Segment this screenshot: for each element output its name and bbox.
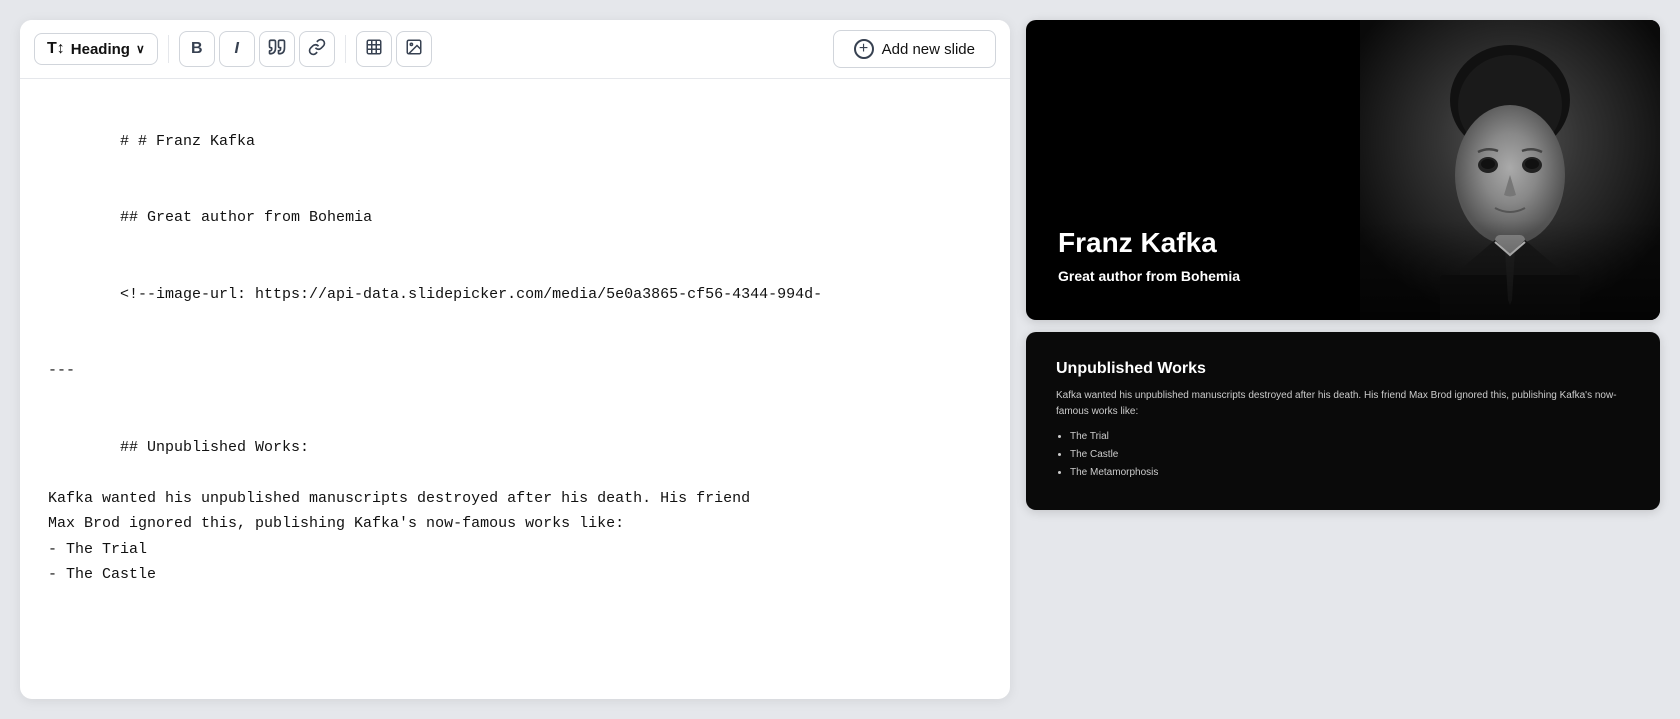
list-item: The Trial (1070, 428, 1630, 446)
editor-line-5 (48, 333, 982, 359)
slide-1-image (1360, 20, 1660, 320)
image-icon (405, 38, 423, 61)
list-item: The Metamorphosis (1070, 464, 1630, 482)
slide-1-title: Franz Kafka (1058, 226, 1328, 260)
preview-panel: Franz Kafka Great author from Bohemia (1026, 20, 1660, 699)
editor-line-9: Kafka wanted his unpublished manuscripts… (48, 486, 982, 512)
editor-line-2: ## Great author from Bohemia (48, 180, 982, 257)
subtitle-text: Great author from Bohemia (147, 209, 372, 226)
hash2-symbol: ## (120, 209, 147, 226)
slide-1: Franz Kafka Great author from Bohemia (1026, 20, 1660, 320)
bold-button[interactable]: B (179, 31, 215, 67)
italic-icon: I (235, 40, 239, 58)
blockquote-icon (268, 38, 286, 61)
heading-label: Heading (71, 41, 130, 58)
image-button[interactable] (396, 31, 432, 67)
editor-line-3: <!--image-url: https://api-data.slidepic… (48, 256, 982, 333)
toolbar-divider-2 (345, 35, 346, 63)
editor-line-7 (48, 384, 982, 410)
editor-line-10: Max Brod ignored this, publishing Kafka'… (48, 511, 982, 537)
heading-dropdown-button[interactable]: T↕ Heading ∨ (34, 33, 158, 65)
text-type-icon: T↕ (47, 40, 65, 58)
editor-content[interactable]: # # Franz Kafka ## Great author from Boh… (20, 79, 1010, 699)
italic-button[interactable]: I (219, 31, 255, 67)
editor-line-12: - The Castle (48, 562, 982, 588)
editor-line-8: ## Unpublished Works: (48, 409, 982, 486)
kafka-portrait-svg (1360, 20, 1660, 320)
image-url-text: <!--image-url: https://api-data.slidepic… (120, 286, 822, 303)
add-slide-label: Add new slide (882, 41, 975, 58)
hash1-symbol: # (120, 133, 138, 150)
slide-2-body: Kafka wanted his unpublished manuscripts… (1056, 388, 1630, 420)
app-container: T↕ Heading ∨ B I (20, 20, 1660, 699)
slide-2-title: Unpublished Works (1056, 360, 1630, 378)
link-button[interactable] (299, 31, 335, 67)
blockquote-button[interactable] (259, 31, 295, 67)
slide-1-subtitle: Great author from Bohemia (1058, 268, 1328, 284)
bold-icon: B (191, 40, 203, 58)
editor-line-1: # # Franz Kafka (48, 103, 982, 180)
list-item: The Castle (1070, 446, 1630, 464)
slide-2: Unpublished Works Kafka wanted his unpub… (1026, 332, 1660, 510)
works-heading: Unpublished Works: (147, 439, 309, 456)
chevron-down-icon: ∨ (136, 42, 145, 56)
editor-line-6: --- (48, 358, 982, 384)
link-icon (308, 38, 326, 61)
toolbar-divider-1 (168, 35, 169, 63)
hash2-works: ## (120, 439, 147, 456)
slide-1-content: Franz Kafka Great author from Bohemia (1026, 20, 1360, 320)
editor-panel: T↕ Heading ∨ B I (20, 20, 1010, 699)
editor-line-11: - The Trial (48, 537, 982, 563)
slide-2-list: The Trial The Castle The Metamorphosis (1056, 428, 1630, 482)
toolbar: T↕ Heading ∨ B I (20, 20, 1010, 79)
table-button[interactable] (356, 31, 392, 67)
plus-circle-icon: + (854, 39, 874, 59)
table-icon (365, 38, 383, 61)
add-slide-button[interactable]: + Add new slide (833, 30, 996, 68)
